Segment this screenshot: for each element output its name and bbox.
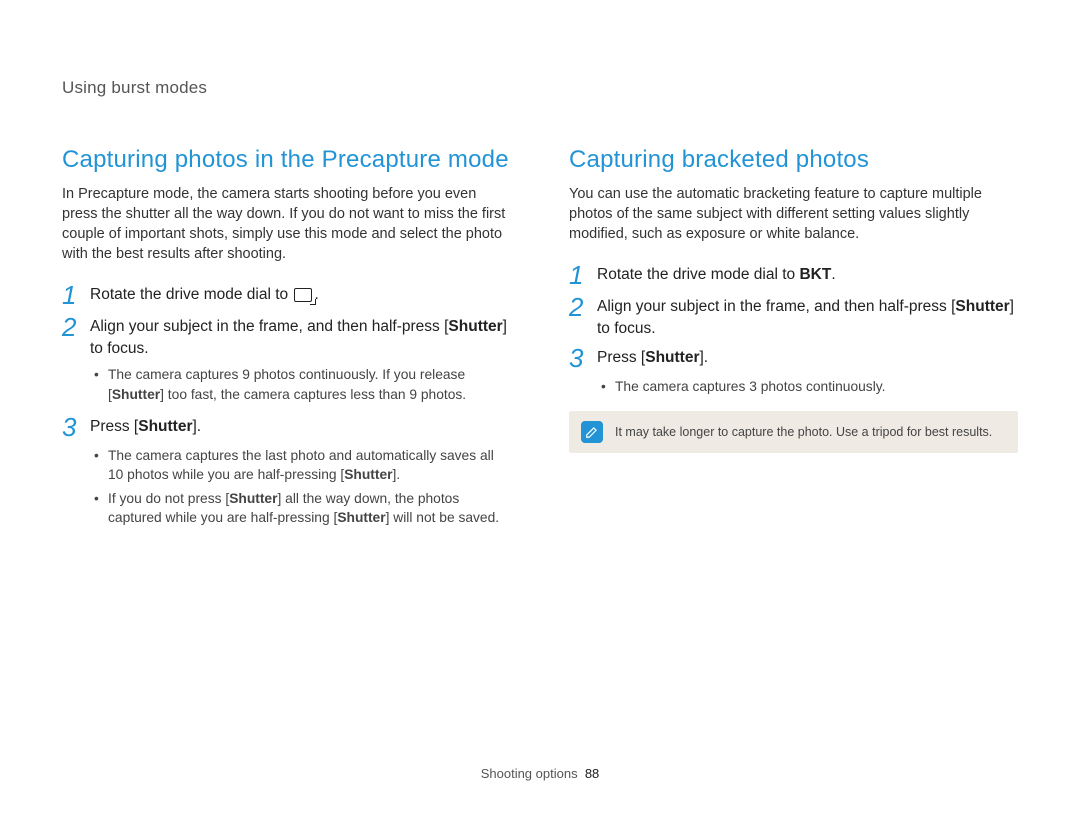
bullet-item: • The camera captures the last photo and… — [92, 446, 511, 485]
bullet-post: ]. — [393, 467, 401, 482]
content-columns: Capturing photos in the Precapture mode … — [62, 146, 1018, 537]
step-text-bold: BKT — [799, 266, 831, 283]
footer-section: Shooting options — [481, 766, 578, 781]
step-text-post: ]. — [699, 349, 708, 366]
bullet-post: ] will not be saved. — [386, 510, 500, 525]
step-text-post: . — [831, 266, 835, 283]
left-column: Capturing photos in the Precapture mode … — [62, 146, 511, 537]
bullet-text: If you do not press [Shutter] all the wa… — [108, 489, 511, 528]
bullet-pre: The camera captures the last photo and a… — [108, 448, 494, 482]
bullet-bold: Shutter — [344, 467, 392, 482]
bullet-dot: • — [92, 365, 108, 384]
step-text: Rotate the drive mode dial to BKT. — [597, 262, 836, 286]
bullet-dot: • — [92, 489, 108, 508]
right-column: Capturing bracketed photos You can use t… — [569, 146, 1018, 537]
left-title: Capturing photos in the Precapture mode — [62, 146, 511, 174]
right-step-3-bullets: • The camera captures 3 photos continuou… — [599, 377, 1018, 396]
step-text: Press [Shutter]. — [90, 414, 201, 438]
right-step-1: 1 Rotate the drive mode dial to BKT. — [569, 262, 1018, 288]
step-number: 1 — [569, 262, 597, 288]
step-text-pre: Align your subject in the frame, and the… — [90, 318, 448, 335]
right-step-3: 3 Press [Shutter]. — [569, 345, 1018, 371]
step-text-bold: Shutter — [955, 298, 1009, 315]
note-icon — [581, 421, 603, 443]
step-number: 2 — [62, 314, 90, 340]
left-step-3-bullets: • The camera captures the last photo and… — [92, 446, 511, 527]
step-text-pre: Rotate the drive mode dial to — [90, 286, 292, 303]
right-intro: You can use the automatic bracketing fea… — [569, 184, 1018, 244]
note-callout: It may take longer to capture the photo.… — [569, 411, 1018, 453]
bullet-text: The camera captures 9 photos continuousl… — [108, 365, 511, 404]
left-step-2-bullets: • The camera captures 9 photos continuou… — [92, 365, 511, 404]
bullet-dot: • — [92, 446, 108, 465]
bullet-post: ] too fast, the camera captures less tha… — [160, 387, 466, 402]
step-number: 1 — [62, 282, 90, 308]
left-step-3: 3 Press [Shutter]. — [62, 414, 511, 440]
step-number: 2 — [569, 294, 597, 320]
page-footer: Shooting options 88 — [0, 766, 1080, 781]
left-step-2: 2 Align your subject in the frame, and t… — [62, 314, 511, 359]
step-text-pre: Align your subject in the frame, and the… — [597, 298, 955, 315]
step-text-pre: Press [ — [597, 349, 645, 366]
bullet-item: • If you do not press [Shutter] all the … — [92, 489, 511, 528]
step-text-post: ]. — [192, 418, 201, 435]
step-text-bold: Shutter — [448, 318, 502, 335]
bullet-pre: If you do not press [ — [108, 491, 229, 506]
step-number: 3 — [569, 345, 597, 371]
right-step-2: 2 Align your subject in the frame, and t… — [569, 294, 1018, 339]
step-text: Rotate the drive mode dial to . — [90, 282, 319, 306]
left-intro: In Precapture mode, the camera starts sh… — [62, 184, 511, 264]
pencil-icon — [585, 425, 599, 439]
step-text-pre: Rotate the drive mode dial to — [597, 266, 799, 283]
step-text-bold: Shutter — [645, 349, 699, 366]
bullet-bold: Shutter — [112, 387, 160, 402]
bullet-text: The camera captures 3 photos continuousl… — [615, 377, 885, 396]
bullet-item: • The camera captures 9 photos continuou… — [92, 365, 511, 404]
bullet-dot: • — [599, 377, 615, 396]
bullet-text: The camera captures the last photo and a… — [108, 446, 511, 485]
step-text: Align your subject in the frame, and the… — [597, 294, 1018, 339]
step-text-bold: Shutter — [138, 418, 192, 435]
bullet-bold: Shutter — [337, 510, 385, 525]
page-number: 88 — [585, 766, 599, 781]
section-header: Using burst modes — [62, 78, 1018, 98]
step-text: Align your subject in the frame, and the… — [90, 314, 511, 359]
bullet-bold: Shutter — [229, 491, 277, 506]
step-number: 3 — [62, 414, 90, 440]
bullet-item: • The camera captures 3 photos continuou… — [599, 377, 1018, 396]
note-text: It may take longer to capture the photo.… — [615, 421, 992, 442]
dial-icon — [294, 288, 312, 302]
left-step-1: 1 Rotate the drive mode dial to . — [62, 282, 511, 308]
step-text-pre: Press [ — [90, 418, 138, 435]
step-text: Press [Shutter]. — [597, 345, 708, 369]
right-title: Capturing bracketed photos — [569, 146, 1018, 174]
